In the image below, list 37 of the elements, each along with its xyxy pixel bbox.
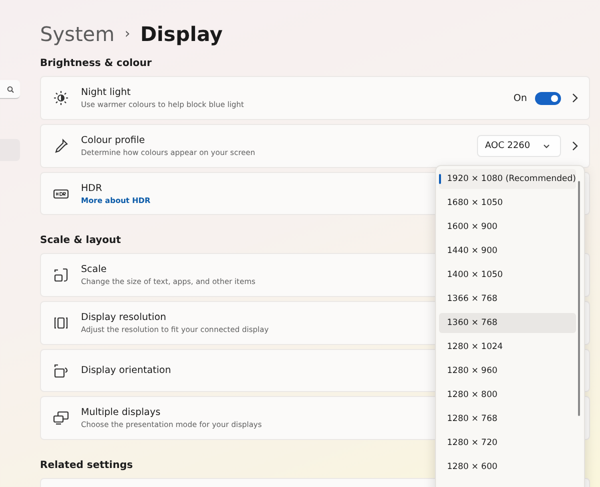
setting-title: Display orientation: [81, 365, 172, 376]
toggle-switch[interactable]: [535, 92, 561, 104]
menu-option[interactable]: 1360 × 768: [439, 313, 576, 333]
section-heading: Scale & layout: [40, 235, 121, 246]
search-icon: [6, 86, 14, 92]
toggle-state-label: On: [514, 92, 527, 104]
menu-option[interactable]: 1920 × 1080 (Recommended): [439, 169, 576, 189]
section-heading: Brightness & colour: [40, 58, 152, 69]
menu-option[interactable]: 1280 × 600: [439, 457, 576, 477]
section-heading: Related settings: [40, 460, 133, 471]
eyedropper-icon: [53, 138, 69, 154]
resolution-icon: [53, 315, 69, 331]
breadcrumb-separator: ›: [124, 26, 130, 42]
menu-option[interactable]: 1400 × 1050: [439, 265, 576, 285]
page-title: Display: [140, 22, 223, 46]
breadcrumb-parent[interactable]: System: [40, 22, 115, 46]
colour-profile-dropdown[interactable]: AOC 2260: [477, 135, 561, 157]
setting-title: Night light: [81, 87, 131, 98]
setting-title: HDR: [81, 182, 102, 194]
menu-option[interactable]: 1280 × 768: [439, 409, 576, 429]
brightness-icon: [53, 90, 69, 106]
menu-option[interactable]: 1600 × 900: [439, 217, 576, 237]
setting-title: Colour profile: [81, 135, 145, 146]
scale-icon: [53, 267, 69, 283]
selection-indicator: [439, 174, 441, 184]
monitors-icon: [53, 410, 69, 426]
scrollbar[interactable]: [578, 181, 580, 416]
menu-option[interactable]: 1680 × 1050: [439, 193, 576, 213]
chevron-right-icon[interactable]: [571, 141, 579, 151]
caret-down-icon: [543, 144, 550, 148]
rotate-screen-icon: [53, 362, 69, 378]
setting-title: Multiple displays: [81, 407, 160, 418]
setting-title: Scale: [81, 264, 107, 275]
search-field[interactable]: [0, 80, 20, 99]
menu-option[interactable]: 1280 × 960: [439, 361, 576, 381]
chevron-right-icon[interactable]: [571, 93, 579, 103]
setting-title: Display resolution: [81, 312, 166, 323]
